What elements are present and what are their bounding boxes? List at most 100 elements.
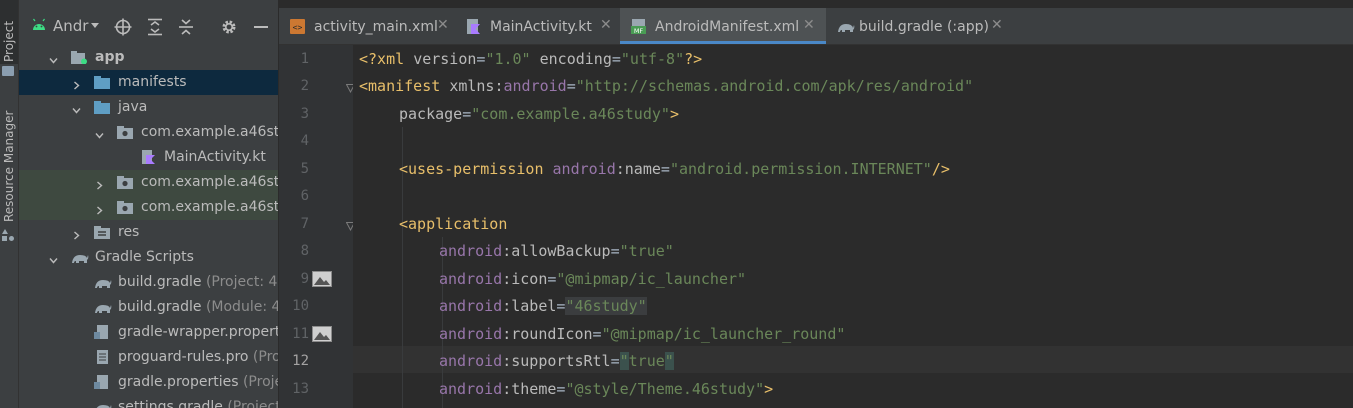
package-icon	[117, 176, 133, 189]
project-view-selector[interactable]: Andr	[53, 17, 88, 35]
properties-icon	[94, 325, 108, 339]
tree-item[interactable]: proguard-rules.pro (ProGua	[19, 345, 278, 370]
code-line-5: <uses-permission android:name="android.p…	[399, 160, 950, 178]
code-line-3: package="com.example.a46study">	[399, 105, 679, 123]
code-editor[interactable]: <?xml version="1.0" encoding="utf-8"?> <…	[353, 45, 1353, 408]
tab-label: MainActivity.kt	[490, 19, 592, 35]
code-line-10: android:label="46study"	[439, 297, 647, 315]
folder-icon	[94, 101, 110, 114]
collapse-all-icon[interactable]	[177, 18, 195, 36]
tree-item[interactable]: res	[19, 220, 278, 245]
chevron-down-icon[interactable]	[91, 23, 99, 28]
tree-item[interactable]: gradle.properties (Project P	[19, 370, 278, 395]
image-preview-icon[interactable]	[312, 326, 332, 342]
chevron-right-icon[interactable]	[95, 178, 104, 190]
tree-item[interactable]: com.example.a46study (	[19, 170, 278, 195]
expand-all-icon[interactable]	[146, 18, 164, 36]
tab-label: activity_main.xml	[314, 19, 438, 35]
chevron-down-icon[interactable]	[72, 103, 81, 114]
close-icon[interactable]: ✕	[803, 17, 815, 33]
line-number: 7	[300, 216, 309, 232]
package-icon	[117, 126, 133, 139]
tree-item-label: manifests	[118, 74, 187, 90]
code-line-1: <?xml version="1.0" encoding="utf-8"?>	[359, 50, 703, 68]
gear-icon[interactable]	[220, 18, 238, 36]
tree-item-label: gradle.properties (Project P	[118, 374, 278, 390]
tree-item-hint: (Project Set	[227, 399, 278, 408]
tab-label: AndroidManifest.xml	[655, 19, 800, 35]
tree-item-label: com.example.a46study (	[141, 174, 278, 190]
tab-label: build.gradle (:app)	[859, 19, 989, 35]
chevron-right-icon[interactable]	[72, 78, 81, 90]
line-number: 6	[300, 188, 309, 204]
tree-item-label: res	[118, 224, 140, 240]
tree-item-label: com.example.a46study (	[141, 199, 278, 215]
app-module-icon	[71, 51, 87, 64]
tree-item[interactable]: build.gradle (Module: 46stu	[19, 295, 278, 320]
tool-window-strip: Project Resource Manager	[0, 0, 19, 408]
code-line-8: android:allowBackup="true"	[439, 242, 674, 260]
project-tool-tab-label: Project	[2, 20, 16, 62]
package-icon	[117, 201, 133, 214]
tree-item[interactable]: app	[19, 45, 278, 70]
tab-androidmanifest-xml[interactable]: MF AndroidManifest.xml ✕	[620, 8, 826, 44]
file-icon	[97, 350, 108, 364]
line-number: 13	[292, 381, 309, 397]
tree-item-hint: (Project: 46stu	[205, 274, 278, 290]
tree-item[interactable]: Gradle Scripts	[19, 245, 278, 270]
android-icon	[33, 18, 45, 30]
layout-xml-icon: <>	[290, 19, 305, 34]
chevron-down-icon[interactable]	[49, 253, 58, 264]
manifest-icon: MF	[631, 19, 646, 34]
locate-icon[interactable]	[114, 18, 132, 36]
project-tool-tab[interactable]: Project	[0, 0, 18, 64]
close-icon[interactable]: ✕	[991, 17, 1003, 33]
code-line-11: android:roundIcon="@mipmap/ic_launcher_r…	[439, 325, 846, 343]
line-number-current: 12	[292, 353, 309, 369]
properties-icon	[94, 375, 108, 389]
gradle-icon	[96, 405, 112, 408]
gradle-icon	[838, 24, 855, 32]
line-number: 3	[300, 106, 309, 122]
gradle-icon	[95, 305, 112, 313]
tree-item-hint: (ProGua	[252, 349, 278, 365]
tree-item[interactable]: manifests	[19, 70, 278, 95]
line-number: 10	[292, 298, 309, 314]
editor-tab-bar: <> activity_main.xml ✕ MainActivity.kt ✕…	[279, 8, 1353, 45]
line-number: 11	[292, 326, 309, 342]
tree-item[interactable]: MainActivity.kt	[19, 145, 278, 170]
chevron-down-icon[interactable]	[95, 128, 104, 139]
chevron-right-icon[interactable]	[95, 203, 104, 215]
image-preview-icon[interactable]	[312, 271, 332, 287]
code-line-2: <manifest xmlns:android="http://schemas.…	[359, 77, 974, 95]
tree-item[interactable]: java	[19, 95, 278, 120]
tree-item-label: build.gradle (Project: 46stu	[118, 274, 278, 290]
resource-manager-tab-label: Resource Manager	[2, 110, 16, 222]
tab-build-gradle-app[interactable]: build.gradle (:app) ✕	[826, 8, 1016, 44]
tree-item-label: com.example.a46study	[141, 124, 278, 140]
close-icon[interactable]: ✕	[600, 17, 612, 33]
line-number: 2	[300, 78, 309, 94]
close-icon[interactable]: ✕	[437, 17, 449, 33]
line-number: 8	[300, 243, 309, 259]
gradle-icon	[95, 280, 112, 288]
tree-item-label: proguard-rules.pro (ProGua	[118, 349, 278, 365]
tree-item-label: build.gradle (Module: 46stu	[118, 299, 278, 315]
hide-panel-icon[interactable]	[252, 18, 270, 36]
tree-item[interactable]: settings.gradle (Project Set	[19, 395, 278, 408]
chevron-right-icon[interactable]	[72, 228, 81, 240]
line-number: 9	[300, 271, 309, 287]
tree-item[interactable]: com.example.a46study	[19, 120, 278, 145]
tree-item-label: app	[95, 49, 125, 65]
chevron-down-icon[interactable]	[49, 53, 58, 64]
line-number: 1	[300, 51, 309, 67]
tab-activity-main-xml[interactable]: <> activity_main.xml ✕	[279, 8, 452, 44]
tree-item-label: MainActivity.kt	[164, 149, 266, 165]
tree-item-hint: (Project P	[242, 374, 278, 390]
tree-item[interactable]: build.gradle (Project: 46stu	[19, 270, 278, 295]
line-number: 4	[300, 133, 309, 149]
tree-item-hint: (Module: 46stu	[205, 299, 278, 315]
tree-item[interactable]: com.example.a46study (	[19, 195, 278, 220]
tab-mainactivity-kt[interactable]: MainActivity.kt ✕	[452, 8, 620, 44]
tree-item[interactable]: gradle-wrapper.properties (	[19, 320, 278, 345]
